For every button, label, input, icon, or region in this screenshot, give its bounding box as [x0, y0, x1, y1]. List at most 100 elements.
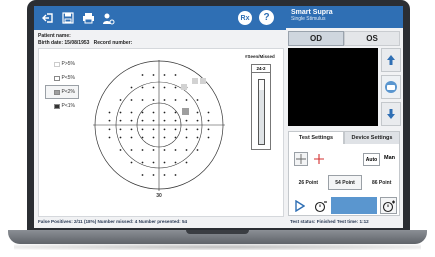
visual-field-panel: P>5% P<5% P<2% P<1% 30 #Seen/Missed 24-2	[38, 48, 284, 217]
legend-label: P<5%	[61, 75, 75, 81]
legend-item-p-lt-2[interactable]: P<2%	[45, 85, 79, 99]
field-test-point	[130, 111, 133, 114]
field-test-point	[163, 99, 166, 101]
laptop-shadow	[14, 244, 421, 250]
legend-item-p-lt-5[interactable]: P<5%	[45, 71, 79, 85]
tab-od[interactable]: OD	[288, 31, 344, 46]
auto-button[interactable]: Auto	[363, 153, 380, 166]
field-test-point	[196, 136, 199, 139]
field-test-point	[108, 119, 111, 122]
swatch-icon	[53, 75, 60, 81]
timer-minus-icon	[314, 200, 327, 212]
field-test-point	[141, 136, 144, 139]
field-test-point	[185, 161, 188, 164]
camera-controls	[381, 48, 401, 126]
arrow-up-icon	[387, 55, 395, 65]
legend-label: P>5%	[61, 61, 75, 67]
field-test-point	[108, 128, 111, 131]
play-icon	[294, 199, 305, 212]
fixation-target-cross-red[interactable]	[312, 152, 326, 166]
field-test-point	[174, 149, 177, 151]
field-test-point	[119, 119, 122, 122]
speed-down-button[interactable]	[313, 197, 329, 214]
move-up-button[interactable]	[381, 48, 401, 72]
field-test-point	[174, 74, 177, 76]
legend-item-p-gt-5[interactable]: P>5%	[45, 57, 79, 71]
field-test-point	[196, 119, 199, 122]
field-test-point	[152, 174, 155, 176]
tab-device-settings[interactable]: Device Settings	[344, 131, 400, 145]
print-icon[interactable]	[81, 11, 95, 25]
field-test-point	[152, 149, 155, 151]
tab-os[interactable]: OS	[344, 31, 400, 46]
laptop-notch	[186, 230, 249, 234]
patient-info: Patient name: Birth date: 15/08/1953 Rec…	[38, 33, 132, 47]
pattern-86-point[interactable]: 86 Point	[365, 175, 398, 190]
field-test-point	[130, 149, 133, 151]
save-icon[interactable]	[61, 11, 75, 25]
field-test-point	[152, 99, 155, 101]
legend-label: P<1%	[61, 103, 75, 109]
pattern-26-point[interactable]: 26 Point	[292, 175, 325, 190]
swatch-icon	[53, 61, 60, 67]
field-test-point	[207, 111, 210, 114]
field-test-point	[119, 136, 122, 139]
fixation-target-cross-light[interactable]	[294, 152, 308, 166]
field-test-point	[174, 136, 177, 139]
test-controls	[291, 197, 399, 214]
field-test-point	[152, 128, 155, 131]
eye-position-button[interactable]	[381, 75, 401, 99]
manual-label[interactable]: Man	[384, 155, 395, 161]
eye-target-icon	[385, 81, 397, 93]
field-test-point	[174, 99, 177, 101]
speed-indicator	[331, 197, 377, 214]
field-test-point	[185, 119, 188, 122]
field-test-point	[174, 111, 177, 114]
patient-name-label: Patient name:	[38, 33, 71, 39]
field-test-point	[163, 174, 166, 176]
red-cross-icon	[314, 154, 324, 164]
record-number-label: Record number:	[93, 40, 133, 46]
field-test-point	[185, 99, 188, 101]
field-test-point	[152, 119, 155, 122]
play-button[interactable]	[293, 197, 306, 214]
legend-label: P<2%	[61, 89, 75, 95]
field-test-point	[141, 161, 144, 164]
field-test-point	[174, 119, 177, 122]
field-test-point	[196, 99, 199, 101]
field-test-point	[163, 119, 166, 122]
field-test-point	[207, 119, 210, 122]
field-test-point	[152, 136, 155, 139]
crosshair-icon	[296, 154, 306, 164]
pattern-54-point[interactable]: 54 Point	[327, 175, 363, 190]
point-pattern-selector: 26 Point 54 Point 86 Point	[292, 175, 398, 190]
field-test-point	[141, 149, 144, 151]
tab-test-settings[interactable]: Test Settings	[288, 131, 344, 145]
field-test-point	[196, 128, 199, 131]
legend-item-p-lt-1[interactable]: P<1%	[45, 99, 79, 113]
arrow-down-icon	[387, 109, 395, 119]
speed-up-button[interactable]	[380, 197, 397, 214]
field-test-point	[119, 99, 122, 101]
missed-point-marker	[181, 84, 187, 90]
app-header: Smart Supra Single Stimulus	[286, 6, 403, 28]
field-test-point	[130, 119, 133, 122]
field-test-point	[152, 161, 155, 164]
field-test-point	[163, 86, 166, 89]
field-test-point	[174, 174, 177, 176]
field-test-point	[163, 128, 166, 131]
field-test-point	[163, 149, 166, 151]
user-settings-icon[interactable]	[101, 11, 115, 25]
swatch-icon	[53, 103, 60, 109]
rx-button[interactable]: Rx	[238, 11, 252, 25]
field-test-point	[196, 111, 199, 114]
field-test-point	[152, 86, 155, 89]
field-test-point	[185, 149, 188, 151]
field-test-point	[185, 128, 188, 131]
help-button[interactable]: ?	[259, 10, 274, 25]
field-test-point	[119, 128, 122, 131]
birth-date-value: 15/08/1953	[64, 40, 90, 46]
move-down-button[interactable]	[381, 102, 401, 126]
logout-icon[interactable]	[41, 11, 55, 25]
field-test-point	[119, 111, 122, 114]
